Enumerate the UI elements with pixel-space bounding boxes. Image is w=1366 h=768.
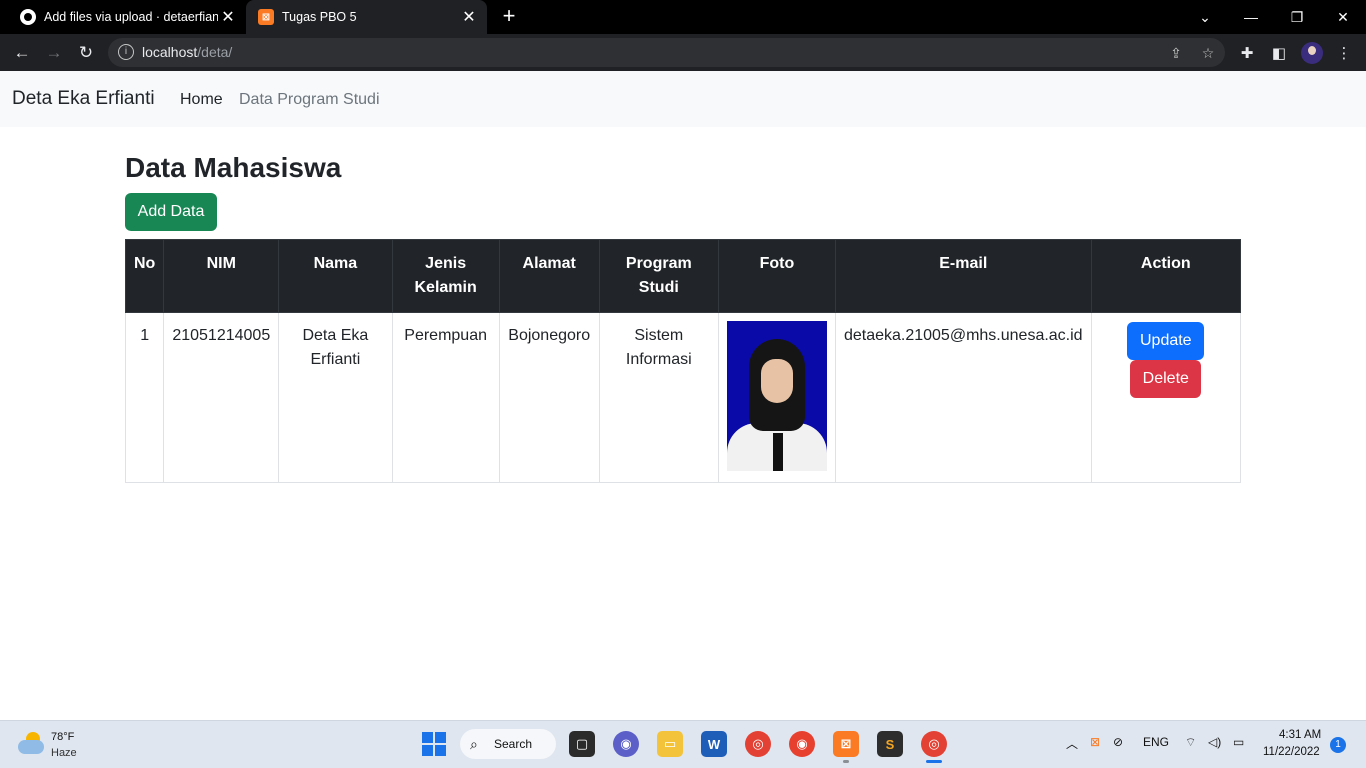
- tab-title: Tugas PBO 5: [282, 10, 357, 24]
- profile-avatar[interactable]: [1301, 42, 1323, 64]
- cell-no: 1: [124, 312, 165, 483]
- xampp-icon: ⊠: [258, 9, 274, 25]
- add-data-button[interactable]: Add Data: [125, 193, 217, 231]
- github-icon: [20, 9, 36, 25]
- cell-nim: 21051214005: [163, 312, 280, 483]
- cell-foto: [717, 312, 836, 483]
- weather-temperature[interactable]: 78°F: [51, 731, 74, 743]
- header-no: No: [124, 239, 165, 313]
- share-icon[interactable]: ⇪: [1166, 43, 1186, 63]
- app-running-indicator: [843, 760, 849, 763]
- back-icon[interactable]: ←: [9, 40, 35, 66]
- weather-description[interactable]: Haze: [51, 747, 77, 759]
- extensions-puzzle-icon[interactable]: ✚: [1235, 41, 1259, 65]
- wifi-icon[interactable]: ⌔: [1185, 735, 1196, 750]
- cell-alamat: Bojonegoro: [498, 312, 600, 483]
- language-indicator[interactable]: ENG: [1143, 735, 1169, 749]
- xampp-icon[interactable]: ⊠: [833, 731, 859, 757]
- close-icon[interactable]: ✕: [459, 7, 479, 27]
- delete-button[interactable]: Delete: [1130, 360, 1202, 398]
- forward-icon[interactable]: →: [41, 40, 67, 66]
- sublime-text-icon[interactable]: S: [877, 731, 903, 757]
- header-foto: Foto: [717, 239, 836, 313]
- restore-icon[interactable]: ❐: [1274, 0, 1320, 34]
- cell-email: detaeka.21005@mhs.unesa.ac.id: [834, 312, 1092, 483]
- battery-icon[interactable]: ▭: [1233, 735, 1244, 749]
- site-info-icon[interactable]: i: [118, 44, 134, 60]
- volume-icon[interactable]: ◁): [1208, 735, 1221, 749]
- cell-jenis-kelamin: Perempuan: [391, 312, 500, 483]
- nav-link-program-studi[interactable]: Data Program Studi: [239, 91, 380, 109]
- chat-icon[interactable]: ◉: [613, 731, 639, 757]
- menu-kebab-icon[interactable]: ⋮: [1332, 41, 1356, 65]
- table-header-row: No NIM Nama Jenis Kelamin Alamat Program…: [124, 239, 1242, 313]
- taskbar-search[interactable]: ⌕ Search: [460, 729, 556, 759]
- chrome-profile-icon[interactable]: ◎: [921, 731, 947, 757]
- close-icon[interactable]: ✕: [218, 7, 238, 27]
- app-active-indicator: [926, 760, 942, 763]
- browser-tab-strip: Add files via upload · detaerfianti ✕ ⊠ …: [0, 0, 1366, 34]
- bookmark-star-icon[interactable]: ☆: [1198, 43, 1218, 63]
- file-explorer-icon[interactable]: ▭: [657, 731, 683, 757]
- address-url[interactable]: localhost/deta/: [142, 44, 232, 60]
- nav-link-home[interactable]: Home: [180, 91, 223, 109]
- clock-date[interactable]: 11/22/2022: [1263, 746, 1320, 758]
- windows-start-icon[interactable]: [421, 731, 447, 757]
- tray-xampp-icon[interactable]: ⊠: [1090, 735, 1100, 749]
- update-button[interactable]: Update: [1127, 322, 1205, 360]
- windows-taskbar: 78°F Haze ⌕ Search ▢ ◉ ▭ W ◎ ◉ ⊠ S ◎ ︿ ⊠…: [0, 720, 1366, 768]
- tab-search-chevron-icon[interactable]: ⌄: [1182, 0, 1228, 34]
- search-icon: ⌕: [470, 736, 478, 752]
- header-action: Action: [1090, 239, 1242, 313]
- cell-action: Update Delete: [1090, 312, 1242, 483]
- window-close-icon[interactable]: ✕: [1320, 0, 1366, 34]
- browser-toolbar: ← → ↻ i localhost/deta/ ⇪ ☆ ✚ ◧ ⋮: [0, 34, 1366, 71]
- header-nama: Nama: [278, 239, 393, 313]
- header-email: E-mail: [834, 239, 1092, 313]
- tray-chevron-up-icon[interactable]: ︿: [1066, 735, 1078, 752]
- tray-cloud-off-icon[interactable]: ⊘: [1113, 735, 1123, 749]
- url-path: /deta/: [197, 44, 233, 60]
- chrome-icon[interactable]: ◎: [745, 731, 771, 757]
- table-row: 1 21051214005 Deta Eka Erfianti Perempua…: [124, 312, 1242, 483]
- new-tab-icon[interactable]: +: [497, 5, 521, 29]
- navbar-brand[interactable]: Deta Eka Erfianti: [12, 88, 155, 110]
- address-bar[interactable]: i localhost/deta/ ⇪ ☆: [108, 38, 1225, 67]
- weather-cloud-sun-icon[interactable]: [18, 732, 44, 754]
- header-alamat: Alamat: [498, 239, 600, 313]
- cell-nama: Deta Eka Erfianti: [278, 312, 393, 483]
- screen-recorder-icon[interactable]: ◉: [789, 731, 815, 757]
- search-label: Search: [494, 737, 533, 751]
- site-navbar: Deta Eka Erfianti Home Data Program Stud…: [0, 71, 1366, 127]
- tab-title: Add files via upload · detaerfianti: [44, 10, 218, 24]
- task-view-icon[interactable]: ▢: [569, 731, 595, 757]
- header-nim: NIM: [163, 239, 280, 313]
- side-panel-icon[interactable]: ◧: [1267, 41, 1291, 65]
- header-program-studi: Program Studi: [598, 239, 719, 313]
- tab-tugas-pbo[interactable]: ⊠ Tugas PBO 5 ✕: [246, 0, 487, 34]
- reload-icon[interactable]: ↻: [73, 40, 99, 66]
- header-jenis-kelamin: Jenis Kelamin: [391, 239, 500, 313]
- word-icon[interactable]: W: [701, 731, 727, 757]
- notification-badge[interactable]: 1: [1330, 737, 1346, 753]
- cell-program-studi: Sistem Informasi: [598, 312, 719, 483]
- url-host: localhost: [142, 44, 198, 60]
- minimize-icon[interactable]: —: [1228, 0, 1274, 34]
- clock-time[interactable]: 4:31 AM: [1279, 729, 1321, 741]
- tab-github[interactable]: Add files via upload · detaerfianti ✕: [8, 0, 246, 34]
- student-photo: [726, 321, 827, 471]
- page-title: Data Mahasiswa: [125, 152, 342, 183]
- mahasiswa-table: No NIM Nama Jenis Kelamin Alamat Program…: [124, 239, 1242, 483]
